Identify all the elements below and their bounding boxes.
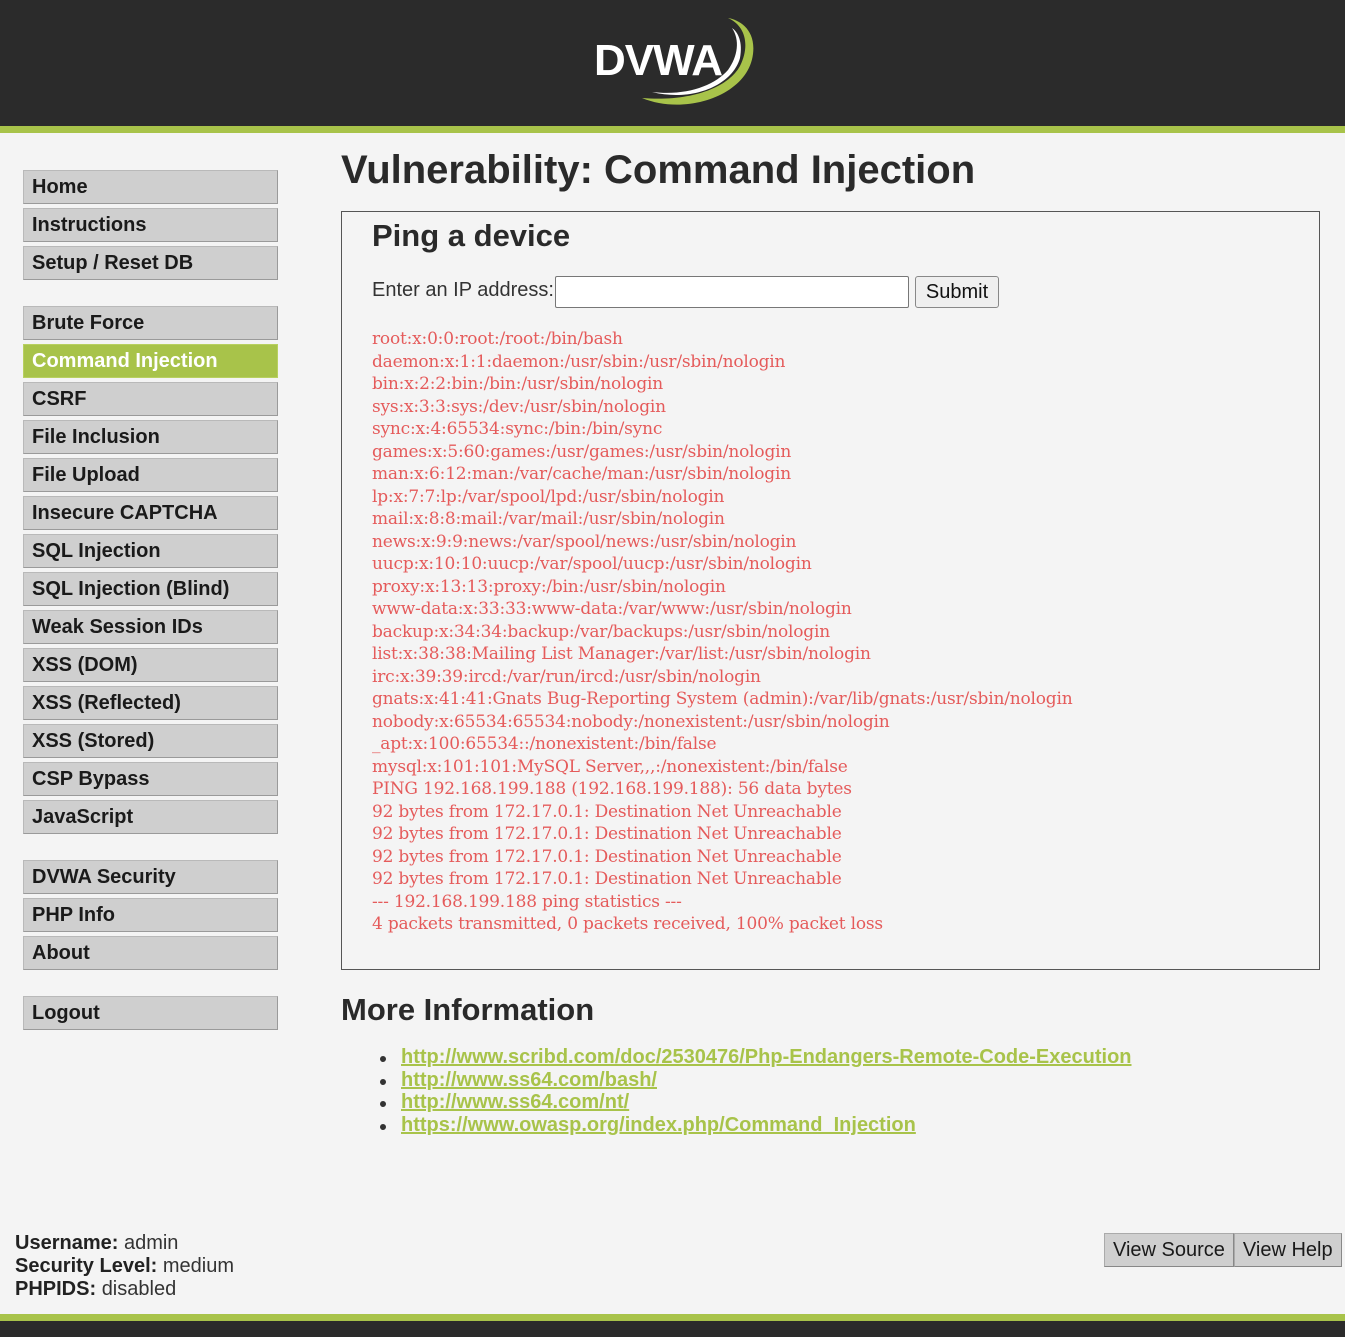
reference-link[interactable]: http://www.ss64.com/nt/ <box>401 1091 629 1113</box>
sidebar-item-file-upload[interactable]: File Upload <box>23 458 278 492</box>
security-level-value: medium <box>162 1255 234 1277</box>
sidebar-item-setup-reset-db[interactable]: Setup / Reset DB <box>23 246 278 280</box>
sidebar-item-about[interactable]: About <box>23 936 278 970</box>
reference-link[interactable]: https://www.owasp.org/index.php/Command_… <box>401 1114 916 1136</box>
output-line: uucp:x:10:10:uucp:/var/spool/uucp:/usr/s… <box>372 554 812 574</box>
sidebar-item-file-inclusion[interactable]: File Inclusion <box>23 420 278 454</box>
list-item: http://www.ss64.com/nt/ <box>380 1091 1132 1114</box>
output-line: gnats:x:41:41:Gnats Bug-Reporting System… <box>372 689 1073 709</box>
sidebar-item-xss-stored[interactable]: XSS (Stored) <box>23 724 278 758</box>
sidebar-item-xss-dom[interactable]: XSS (DOM) <box>23 648 278 682</box>
view-source-button[interactable]: View Source <box>1104 1233 1234 1267</box>
vulnerable-code-area: Ping a device Enter an IP address: Submi… <box>341 211 1320 970</box>
output-line: games:x:5:60:games:/usr/games:/usr/sbin/… <box>372 441 792 462</box>
sidebar-menu: Home Instructions Setup / Reset DB Brute Fo… <box>23 170 278 1056</box>
output-line: list:x:38:38:Mailing List Manager:/var/l… <box>372 644 871 664</box>
more-info-title: More Information <box>341 992 595 1027</box>
list-item: https://www.owasp.org/index.php/Command_… <box>380 1114 1132 1137</box>
output-line: root:x:0:0:root:/root:/bin/bash <box>372 329 623 349</box>
menu-group: Logout <box>23 996 278 1030</box>
reference-link[interactable]: http://www.ss64.com/bash/ <box>401 1069 657 1091</box>
sidebar-item-xss-reflected[interactable]: XSS (Reflected) <box>23 686 278 720</box>
ip-address-input[interactable] <box>555 276 909 308</box>
output-line: irc:x:39:39:ircd:/var/run/ircd:/usr/sbin… <box>372 666 761 687</box>
sidebar-item-dvwa-security[interactable]: DVWA Security <box>23 860 278 894</box>
output-line: sys:x:3:3:sys:/dev:/usr/sbin/nologin <box>372 396 666 417</box>
sidebar-item-home[interactable]: Home <box>23 170 278 204</box>
output-line: proxy:x:13:13:proxy:/bin:/usr/sbin/nolog… <box>372 576 726 597</box>
output-line: --- 192.168.199.188 ping statistics --- <box>372 891 682 912</box>
output-line: 92 bytes from 172.17.0.1: Destination Ne… <box>372 801 842 822</box>
ip-address-label: Enter an IP address: <box>372 279 554 301</box>
menu-group: Brute Force Command Injection CSRF File Inc… <box>23 306 278 834</box>
output-line: backup:x:34:34:backup:/var/backups:/usr/… <box>372 621 830 642</box>
submit-button[interactable]: Submit <box>915 276 999 308</box>
reference-link[interactable]: http://www.scribd.com/doc/2530476/Php-En… <box>401 1046 1132 1068</box>
header-stripe <box>0 126 1345 133</box>
sidebar-item-insecure-captcha[interactable]: Insecure CAPTCHA <box>23 496 278 530</box>
output-line: man:x:6:12:man:/var/cache/man:/usr/sbin/… <box>372 464 791 484</box>
footer-buttons: View Source View Help <box>1104 1233 1342 1267</box>
more-info-links: http://www.scribd.com/doc/2530476/Php-En… <box>380 1046 1132 1137</box>
sidebar-item-instructions[interactable]: Instructions <box>23 208 278 242</box>
output-line: PING 192.168.199.188 (192.168.199.188): … <box>372 779 852 799</box>
sidebar-item-sql-injection[interactable]: SQL Injection <box>23 534 278 568</box>
username-label: Username: <box>15 1232 119 1254</box>
page-title: Vulnerability: Command Injection <box>341 148 976 192</box>
user-status: Username: admin Security Level: medium P… <box>15 1232 234 1301</box>
sidebar-item-sql-injection-blind[interactable]: SQL Injection (Blind) <box>23 572 278 606</box>
sidebar-item-brute-force[interactable]: Brute Force <box>23 306 278 340</box>
output-line: nobody:x:65534:65534:nobody:/nonexistent… <box>372 711 890 732</box>
footer-stripe <box>0 1314 1345 1321</box>
phpids-value: disabled <box>101 1278 177 1300</box>
sidebar-item-javascript[interactable]: JavaScript <box>23 800 278 834</box>
output-line: news:x:9:9:news:/var/spool/news:/usr/sbi… <box>372 531 797 552</box>
command-output: root:x:0:0:root:/root:/bin/bash daemon:x:… <box>372 328 1073 936</box>
phpids-label: PHPIDS: <box>15 1278 97 1300</box>
output-line: 92 bytes from 172.17.0.1: Destination Ne… <box>372 869 842 889</box>
menu-group: DVWA Security PHP Info About <box>23 860 278 970</box>
sidebar-item-weak-session-ids[interactable]: Weak Session IDs <box>23 610 278 644</box>
security-level-label: Security Level: <box>15 1255 158 1277</box>
list-item: http://www.scribd.com/doc/2530476/Php-En… <box>380 1046 1132 1069</box>
form-title: Ping a device <box>372 218 571 253</box>
menu-group: Home Instructions Setup / Reset DB <box>23 170 278 280</box>
footer-bar <box>0 1321 1345 1337</box>
output-line: bin:x:2:2:bin:/bin:/usr/sbin/nologin <box>372 374 664 394</box>
sidebar-item-logout[interactable]: Logout <box>23 996 278 1030</box>
output-line: mail:x:8:8:mail:/var/mail:/usr/sbin/nolo… <box>372 509 725 529</box>
output-line: 92 bytes from 172.17.0.1: Destination Ne… <box>372 824 842 844</box>
output-line: lp:x:7:7:lp:/var/spool/lpd:/usr/sbin/nol… <box>372 486 725 507</box>
list-item: http://www.ss64.com/bash/ <box>380 1069 1132 1092</box>
logo-text: DVWA <box>594 36 722 85</box>
output-line: daemon:x:1:1:daemon:/usr/sbin:/usr/sbin/… <box>372 351 786 372</box>
username-value: admin <box>123 1232 179 1254</box>
sidebar-item-csrf[interactable]: CSRF <box>23 382 278 416</box>
output-line: 92 bytes from 172.17.0.1: Destination Ne… <box>372 846 842 867</box>
sidebar-item-command-injection[interactable]: Command Injection <box>23 344 278 378</box>
output-line: www-data:x:33:33:www-data:/var/www:/usr/… <box>372 599 852 619</box>
output-line: 4 packets transmitted, 0 packets receive… <box>372 914 883 934</box>
output-line: _apt:x:100:65534::/nonexistent:/bin/fals… <box>372 734 717 754</box>
sidebar-item-csp-bypass[interactable]: CSP Bypass <box>23 762 278 796</box>
output-line: sync:x:4:65534:sync:/bin:/bin/sync <box>372 419 663 439</box>
view-help-button[interactable]: View Help <box>1233 1233 1342 1267</box>
output-line: mysql:x:101:101:MySQL Server,,,:/nonexis… <box>372 756 848 777</box>
dvwa-logo: DVWA <box>594 18 754 105</box>
sidebar-item-php-info[interactable]: PHP Info <box>23 898 278 932</box>
header: DVWA <box>0 0 1345 126</box>
